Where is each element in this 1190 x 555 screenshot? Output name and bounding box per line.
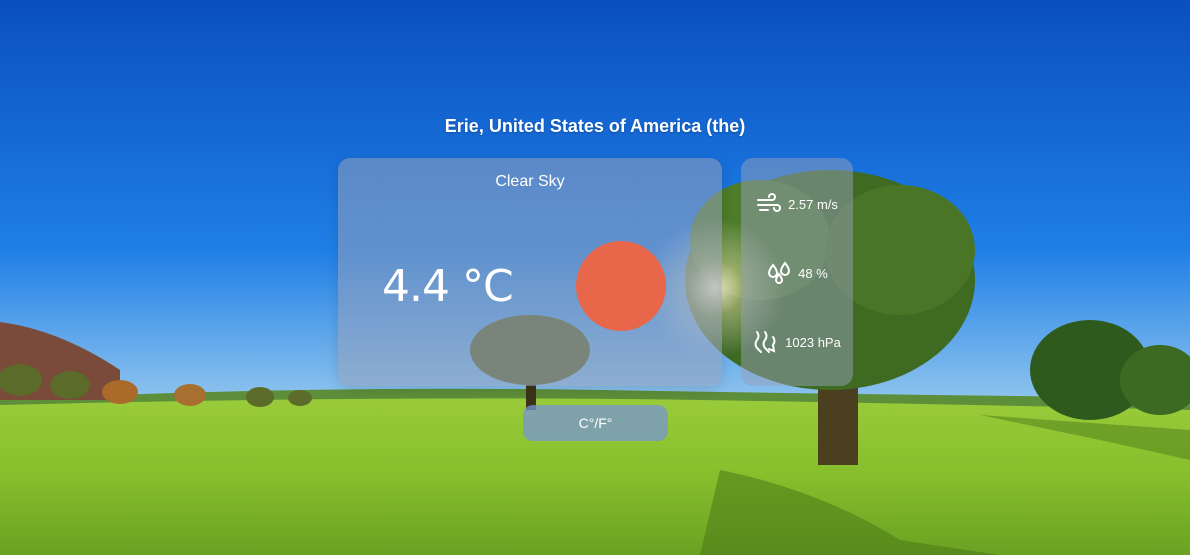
pressure-icon — [754, 331, 776, 353]
humidity-value: 48 % — [798, 265, 828, 281]
sun-icon — [576, 241, 666, 331]
wind-metric: 2.57 m/s — [741, 189, 853, 219]
location-title: Erie, United States of America (the) — [444, 116, 746, 136]
pressure-metric: 1023 hPa — [741, 327, 853, 357]
humidity-metric: 48 % — [741, 258, 853, 288]
weather-condition: Clear Sky — [495, 173, 565, 190]
weather-details-card: 2.57 m/s 48 % 1023 hPa — [741, 158, 853, 386]
wind-value: 2.57 m/s — [788, 196, 838, 212]
temperature-value: 4.4 °C — [382, 261, 514, 312]
humidity-icon — [768, 261, 791, 284]
pressure-value: 1023 hPa — [785, 334, 841, 350]
wind-icon — [757, 193, 782, 212]
current-weather-card: Clear Sky 4.4 °C — [338, 158, 722, 386]
unit-toggle-button[interactable]: C°/F° — [523, 405, 668, 441]
